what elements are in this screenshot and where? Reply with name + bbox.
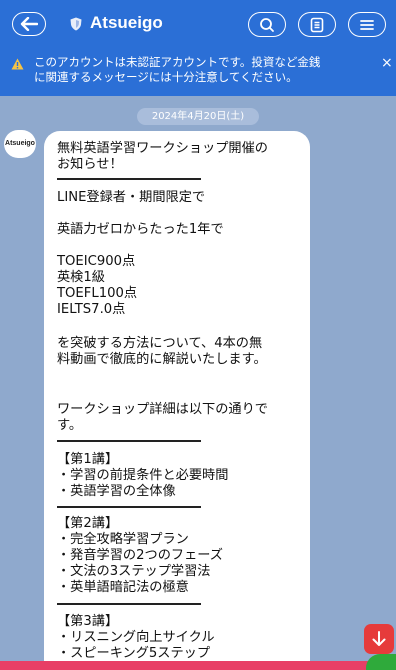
message-line: 【第2講】 [57,516,119,531]
search-icon [260,17,274,32]
floating-corner-badge[interactable] [366,654,396,670]
divider [57,506,201,508]
message-line: を突破する方法について、4本の無 [57,336,263,351]
message-line: TOEIC900点 [57,254,136,269]
message-line: 【第3講】 [57,614,119,629]
notes-button[interactable] [298,12,336,37]
arrow-down-icon [372,631,386,646]
warning-text: このアカウントは未認証アカウントです。投資など金銭 に関連するメッセージには十分… [34,55,364,85]
warning-text-line: に関連するメッセージには十分注意してください。 [34,70,298,84]
message-line: LINE登録者・期間限定で [57,190,206,205]
message-line: 料動画で徹底的に解説いたします。 [57,352,267,367]
message-line: ・英単語暗記法の極意 [57,580,189,595]
date-separator: 2024年4月20日(土) [137,108,259,125]
message-line: ・完全攻略学習プラン [57,532,189,547]
note-icon [310,17,324,32]
menu-icon [360,19,374,30]
message-line: ・スピーキング5ステップ [57,646,211,661]
message-line: IELTS7.0点 [57,302,126,317]
chat-header: Atsueigo [0,0,396,50]
scroll-to-bottom-button[interactable] [364,624,394,654]
warning-icon [11,58,24,70]
bottom-banner[interactable] [0,661,396,670]
message-line: ・英語学習の全体像 [57,484,176,499]
message-line: ワークショップ詳細は以下の通りで [57,402,268,417]
divider [57,440,201,442]
message-line: 【第1講】 [57,452,119,467]
divider [57,603,201,605]
message-line: ・文法の3ステップ学習法 [57,564,211,579]
message-line: ・リスニング向上サイクル [57,630,215,645]
warning-text-line: このアカウントは未認証アカウントです。投資など金銭 [34,55,321,69]
close-icon[interactable]: × [381,55,393,71]
message-line: 無料英語学習ワークショップ開催の [57,141,268,156]
avatar[interactable]: Atsueigo [4,130,36,158]
message-line: 英語力ゼロからたった1年で [57,222,224,237]
message-line: 英検1級 [57,270,105,285]
message-line: TOEFL100点 [57,286,138,301]
message-line: お知らせ！ [57,157,123,172]
message-line: ・発音学習の2つのフェーズ [57,548,223,563]
search-button[interactable] [248,12,286,37]
message-line: ・学習の前提条件と必要時間 [57,468,229,483]
divider [57,178,201,180]
arrow-left-icon [20,17,38,31]
back-button[interactable] [12,12,46,36]
message-line: す。 [57,418,83,433]
menu-button[interactable] [348,12,386,37]
shield-icon [70,17,82,31]
chat-title: Atsueigo [90,13,163,32]
